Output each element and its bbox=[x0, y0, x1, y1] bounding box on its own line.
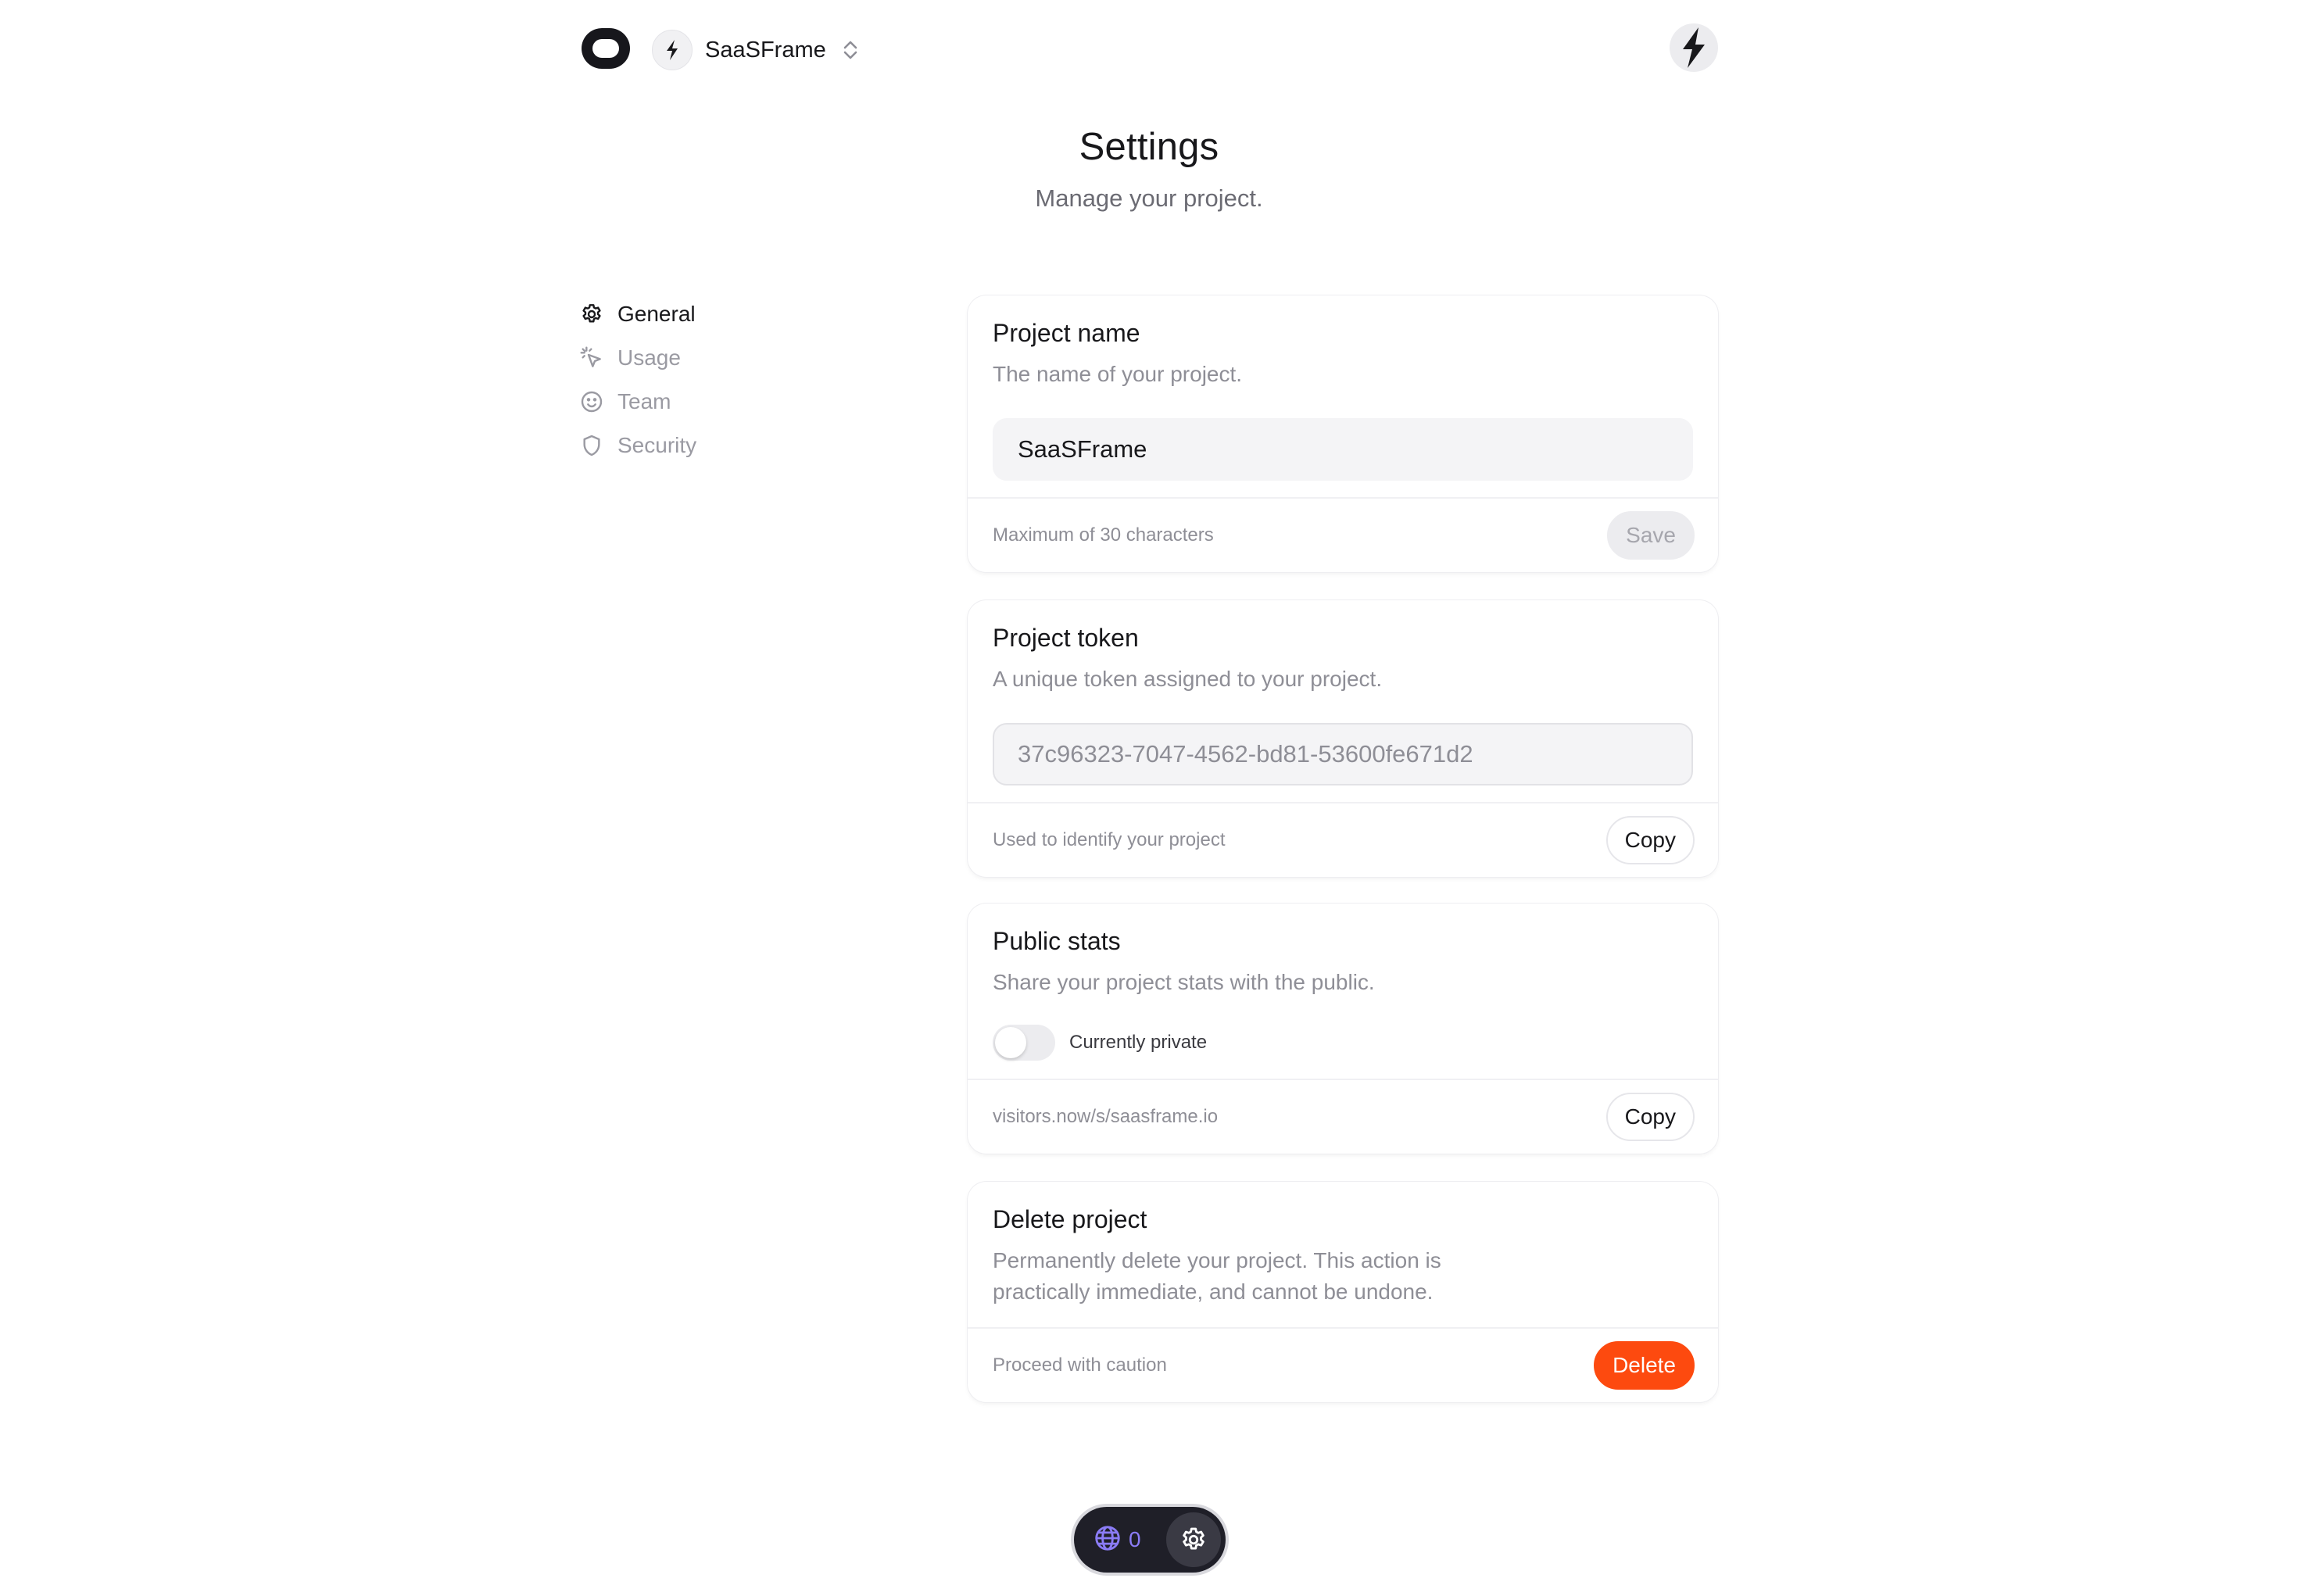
floating-toolbar: 0 bbox=[1074, 1507, 1226, 1573]
project-token-card: Project token A unique token assigned to… bbox=[968, 600, 1718, 877]
settings-button[interactable] bbox=[1166, 1512, 1221, 1567]
delete-project-card: Delete project Permanently delete your p… bbox=[968, 1182, 1718, 1402]
sidebar-item-label: General bbox=[617, 302, 696, 326]
save-button[interactable]: Save bbox=[1607, 511, 1695, 560]
shield-icon bbox=[578, 432, 605, 459]
footer-note: Proceed with caution bbox=[993, 1354, 1167, 1376]
card-footer: Used to identify your project Copy bbox=[968, 802, 1718, 877]
project-switcher[interactable]: SaaSFrame bbox=[652, 28, 859, 72]
visitor-count: 0 bbox=[1129, 1527, 1141, 1551]
live-visitors[interactable]: 0 bbox=[1093, 1523, 1141, 1557]
gear-icon bbox=[1183, 1527, 1204, 1550]
toggle-label: Currently private bbox=[1069, 1032, 1208, 1053]
smiley-icon bbox=[578, 388, 605, 415]
project-name-input[interactable] bbox=[993, 418, 1693, 481]
card-footer: Proceed with caution Delete bbox=[968, 1327, 1718, 1402]
project-name-label: SaaSFrame bbox=[705, 37, 826, 63]
public-stats-toggle[interactable] bbox=[993, 1025, 1055, 1061]
sidebar-item-label: Team bbox=[617, 389, 671, 413]
copy-token-button[interactable]: Copy bbox=[1605, 816, 1695, 864]
public-stats-url: visitors.now/s/saasframe.io bbox=[993, 1106, 1219, 1127]
sidebar-item-label: Security bbox=[617, 433, 697, 457]
card-description: Permanently delete your project. This ac… bbox=[993, 1245, 1693, 1308]
user-avatar[interactable] bbox=[1670, 23, 1718, 72]
bolt-icon bbox=[1683, 27, 1705, 68]
page-title: Settings bbox=[1079, 126, 1219, 168]
public-stats-card: Public stats Share your project stats wi… bbox=[968, 904, 1718, 1154]
sidebar-item-team[interactable]: Team bbox=[578, 380, 844, 424]
project-token-input[interactable] bbox=[993, 723, 1693, 785]
settings-sidebar: General Usage Team Security bbox=[578, 292, 844, 467]
description-line: Permanently delete your project. This ac… bbox=[993, 1248, 1441, 1272]
page-subtitle: Manage your project. bbox=[1035, 184, 1263, 212]
card-title: Project token bbox=[993, 624, 1139, 652]
card-title: Delete project bbox=[993, 1205, 1147, 1233]
card-description: The name of your project. bbox=[993, 362, 1243, 386]
footer-note: Used to identify your project bbox=[993, 829, 1226, 850]
chevron-up-down-icon bbox=[842, 38, 859, 62]
gear-icon bbox=[578, 301, 605, 327]
project-name-card: Project name The name of your project. M… bbox=[968, 295, 1718, 572]
copy-link-button[interactable]: Copy bbox=[1605, 1093, 1695, 1141]
card-footer: Maximum of 30 characters Save bbox=[968, 497, 1718, 572]
globe-icon bbox=[1093, 1523, 1122, 1557]
sidebar-item-general[interactable]: General bbox=[578, 292, 844, 336]
card-description: Share your project stats with the public… bbox=[993, 970, 1375, 994]
card-title: Public stats bbox=[993, 927, 1121, 955]
sidebar-item-usage[interactable]: Usage bbox=[578, 336, 844, 380]
delete-button[interactable]: Delete bbox=[1594, 1341, 1695, 1390]
cursor-click-icon bbox=[578, 345, 605, 371]
description-line: practically immediate, and cannot be und… bbox=[993, 1279, 1434, 1304]
bolt-icon bbox=[652, 30, 693, 70]
footer-note: Maximum of 30 characters bbox=[993, 524, 1214, 546]
sidebar-item-security[interactable]: Security bbox=[578, 424, 844, 467]
public-stats-toggle-row: Currently private bbox=[993, 1025, 1693, 1061]
card-footer: visitors.now/s/saasframe.io Copy bbox=[968, 1079, 1718, 1154]
settings-page: SaaSFrame Settings Manage your project. … bbox=[0, 0, 2298, 1596]
sidebar-item-label: Usage bbox=[617, 345, 681, 370]
card-title: Project name bbox=[993, 319, 1140, 347]
card-description: A unique token assigned to your project. bbox=[993, 667, 1383, 691]
app-logo-icon[interactable] bbox=[582, 28, 630, 69]
